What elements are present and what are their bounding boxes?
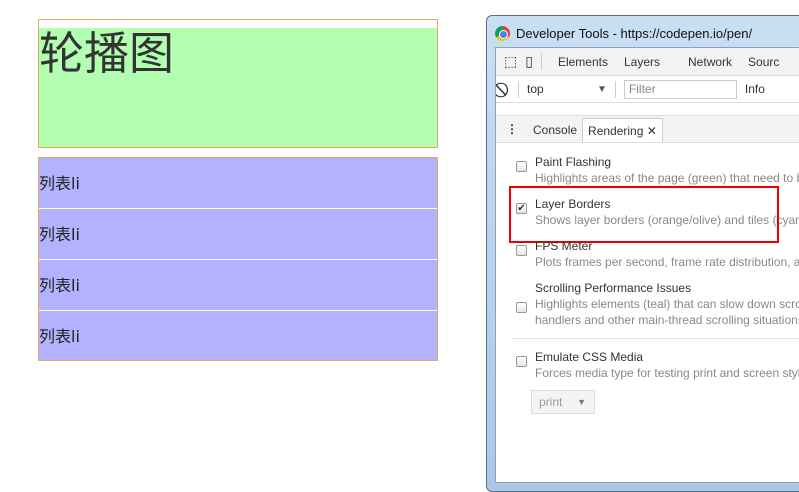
option-title: Scrolling Performance Issues xyxy=(535,281,692,295)
device-toolbar-icon[interactable]: ▯ xyxy=(525,53,533,70)
title-bar[interactable]: Developer Tools - https://codepen.io/pen… xyxy=(495,23,752,43)
checkbox[interactable] xyxy=(516,161,527,172)
drawer-tabbar: ⋮ Console Rendering ✕ xyxy=(496,116,799,143)
devtools-client: ⬚ ▯ Elements Layers Network Sourc ⃠ top … xyxy=(495,47,799,483)
checkbox[interactable] xyxy=(516,245,527,256)
chevron-down-icon: ▼ xyxy=(577,397,586,407)
divider xyxy=(614,80,616,98)
console-area xyxy=(496,103,799,116)
list-item: 列表li xyxy=(39,158,437,209)
filter-input[interactable]: Filter xyxy=(623,79,737,99)
tab-network[interactable]: Network xyxy=(680,55,740,69)
media-type-select[interactable]: print ▼ xyxy=(531,390,595,414)
option-desc: handlers and other main-thread scrolling… xyxy=(535,313,799,327)
more-menu-icon[interactable]: ⋮ xyxy=(506,122,518,136)
console-toolbar: ⃠ top ▼ Filter Info xyxy=(496,76,799,103)
option-fps-meter[interactable]: FPS Meter Plots frames per second, frame … xyxy=(516,238,799,270)
tab-sources[interactable]: Sourc xyxy=(740,55,787,69)
main-toolbar: ⬚ ▯ Elements Layers Network Sourc xyxy=(496,48,799,76)
window-title: Developer Tools - https://codepen.io/pen… xyxy=(516,25,753,41)
list-item: 列表li xyxy=(39,209,437,260)
option-desc: Forces media type for testing print and … xyxy=(535,366,799,380)
tab-layers[interactable]: Layers xyxy=(616,55,668,69)
list-item: 列表li xyxy=(39,327,80,346)
checkbox[interactable] xyxy=(516,302,527,313)
option-desc: Highlights elements (teal) that can slow… xyxy=(535,297,799,311)
inspect-element-icon[interactable]: ⬚ xyxy=(504,53,517,70)
tab-rendering[interactable]: Rendering ✕ xyxy=(582,118,663,142)
media-select-value: print xyxy=(539,395,563,409)
carousel: 轮播图 xyxy=(38,19,438,148)
highlight-box xyxy=(509,186,779,243)
divider xyxy=(518,80,519,98)
devtools-window: Developer Tools - https://codepen.io/pen… xyxy=(486,15,799,492)
carousel-title: 轮播图 xyxy=(39,27,175,80)
tab-rendering-label: Rendering xyxy=(588,124,644,138)
tab-elements[interactable]: Elements xyxy=(550,55,616,69)
level-select[interactable]: Info xyxy=(745,82,765,96)
option-desc: Highlights areas of the page (green) tha… xyxy=(535,171,799,185)
option-desc: Plots frames per second, frame rate dist… xyxy=(535,255,799,269)
divider xyxy=(540,53,542,70)
list: 列表li 列表li 列表li 列表li xyxy=(38,157,438,361)
option-title: Paint Flashing xyxy=(535,155,612,169)
option-emulate-css-media[interactable]: Emulate CSS Media Forces media type for t… xyxy=(516,349,799,381)
list-item: 列表li xyxy=(39,260,437,311)
option-paint-flashing[interactable]: Paint Flashing Highlights areas of the pa… xyxy=(516,154,799,186)
context-select[interactable]: top xyxy=(527,82,597,96)
chevron-down-icon[interactable]: ▼ xyxy=(597,84,607,95)
option-title: FPS Meter xyxy=(535,239,593,253)
option-scrolling-performance[interactable]: Scrolling Performance Issues Highlights e… xyxy=(516,280,799,328)
checkbox[interactable] xyxy=(516,356,527,367)
chrome-logo-icon xyxy=(495,25,510,41)
divider xyxy=(511,338,799,339)
tab-console[interactable]: Console xyxy=(528,118,582,142)
close-icon[interactable]: ✕ xyxy=(647,124,657,138)
option-title: Emulate CSS Media xyxy=(535,350,644,364)
